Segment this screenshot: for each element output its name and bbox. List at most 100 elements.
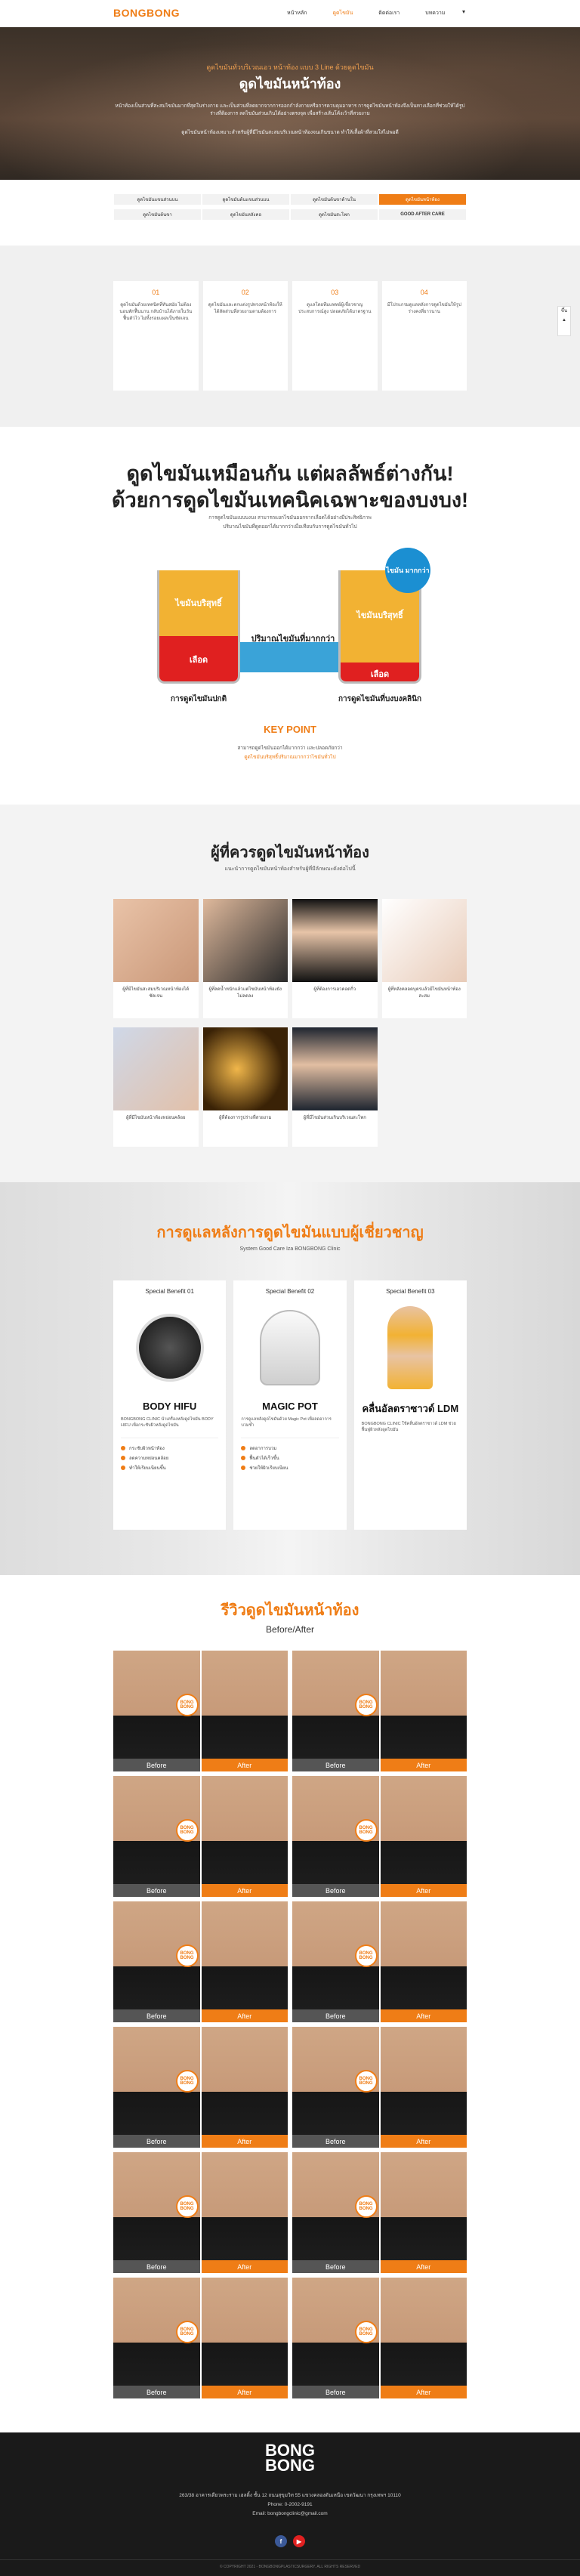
who-card: ผู้ที่หลังคลอดบุตรแล้วมีไขมันหน้าท้องสะส… — [381, 899, 467, 1018]
blood-label: เลือด — [370, 670, 390, 679]
hero-desc: หน้าท้องเป็นส่วนที่สะสมไขมันมากที่สุดในร… — [115, 103, 465, 116]
site-footer: BONG BONG 263/38 อาคารเดียวพระราม เฮลดิ้ง… — [0, 2432, 580, 2576]
after-photo — [380, 1776, 467, 1884]
who-card: ผู้ที่มีไขมันส่วนเกินบริเวณสะโพก — [292, 1027, 378, 1147]
who-text: ผู้ที่ต้องการเอวคอดกิ่ว — [313, 987, 356, 992]
tab-arm[interactable]: ดูดไขมันต้นแขนส่วนบน — [202, 193, 290, 205]
facebook-icon[interactable]: f — [275, 2535, 287, 2547]
before-after-photos: BONG BONG — [292, 2278, 467, 2386]
difference-label: ปริมาณไขมันที่มากกว่า — [251, 635, 335, 644]
nav-contact[interactable]: ติดต่อเรา — [378, 9, 400, 17]
before-after-card[interactable]: BONG BONG Before After — [292, 2152, 467, 2273]
before-after-photos: BONG BONG — [113, 1901, 288, 2009]
tab-inner-thigh[interactable]: ดูดไขมันต้นขาด้านใน — [290, 193, 378, 205]
nav-articles[interactable]: บทความ — [425, 9, 445, 17]
step-number: 03 — [331, 289, 339, 296]
before-photo: BONG BONG — [113, 1776, 200, 1884]
tab-after-care[interactable]: GOOD AFTER CARE — [378, 208, 467, 221]
bongbong-stamp-icon: BONG BONG — [175, 1819, 199, 1842]
blood-layer: เลือด — [159, 636, 238, 681]
after-label: After — [201, 2135, 288, 2148]
side-floating-nav[interactable]: ขึ้น ▲ — [557, 306, 571, 336]
beaker-normal: ไขมันบริสุทธิ์ เลือด — [157, 570, 240, 684]
before-label: Before — [113, 2260, 200, 2273]
who-image — [202, 1027, 288, 1110]
before-after-card[interactable]: BONG BONG Before After — [113, 1901, 288, 2022]
service-name: คลื่นอัลตราซาวด์ LDM — [362, 1403, 459, 1414]
after-label: After — [380, 1759, 467, 1771]
before-label: Before — [292, 2260, 379, 2273]
before-after-photos: BONG BONG — [113, 1651, 288, 1759]
before-label: Before — [113, 1759, 200, 1771]
service-name: MAGIC POT — [262, 1401, 318, 1412]
more-fat-badge: ไขมัน มากกว่า — [385, 548, 430, 593]
footer-logo-line: BONG — [265, 2456, 315, 2475]
step-card: 02 ดูดไขมันและตกแต่งรูปทรงหน้าท้องให้ได้ส… — [202, 281, 288, 391]
before-photo: BONG BONG — [292, 2152, 379, 2260]
before-after-card[interactable]: BONG BONG Before After — [113, 1651, 288, 1771]
who-card: ผู้ที่ต้องการรูปร่างที่สวยงาม — [202, 1027, 288, 1147]
before-after-card[interactable]: BONG BONG Before After — [292, 1776, 467, 1897]
before-after-photos: BONG BONG — [292, 1901, 467, 2009]
service-desc: BONGBONG CLINIC นำเครื่องหลังดูดไขมัน BO… — [121, 1417, 214, 1428]
who-image — [113, 899, 199, 982]
who-text: ผู้ที่มีไขมันส่วนเกินบริเวณสะโพก — [303, 1116, 366, 1120]
difference-band: ปริมาณไขมันที่มากกว่า — [240, 635, 346, 672]
before-after-photos: BONG BONG — [292, 2152, 467, 2260]
comparison-heading-2: ด้วยการดูดไขมันเทคนิคเฉพาะของบงบง! — [111, 489, 469, 511]
who-text: ผู้ที่มีไขมันสะสมบริเวณหน้าท้องได้ชัดเจน — [122, 987, 190, 999]
arrow-up-icon[interactable]: ▲ — [558, 316, 570, 325]
after-label: After — [380, 2260, 467, 2273]
footer-email[interactable]: Email: bongbongclinic@gmail.com — [0, 2511, 580, 2516]
service-points: ลดอาการบวม ฟื้นตัวได้เร็วขึ้น ช่วยให้ผิว… — [241, 1438, 339, 1474]
before-after-card[interactable]: BONG BONG Before After — [113, 2027, 288, 2148]
before-after-labels: Before After — [292, 2135, 467, 2148]
before-after-photos: BONG BONG — [113, 2027, 288, 2135]
before-label: Before — [292, 1759, 379, 1771]
tab-thigh[interactable]: ดูดไขมันต้นขา — [113, 208, 202, 221]
before-after-photos: BONG BONG — [292, 1776, 467, 1884]
service-name: BODY HIFU — [143, 1401, 197, 1412]
before-after-labels: Before After — [113, 2260, 288, 2273]
tab-hip[interactable]: ดูดไขมันสะโพก — [290, 208, 378, 221]
before-photo: BONG BONG — [113, 2027, 200, 2135]
after-label: After — [201, 1884, 288, 1897]
nav-home[interactable]: หน้าหลัก — [287, 9, 307, 17]
logo[interactable]: BONGBONG — [113, 7, 180, 19]
after-label: After — [380, 2386, 467, 2398]
bongbong-stamp-icon: BONG BONG — [175, 1944, 199, 1968]
before-after-card[interactable]: BONG BONG Before After — [292, 2027, 467, 2148]
before-after-card[interactable]: BONG BONG Before After — [113, 2278, 288, 2398]
after-label: After — [201, 2386, 288, 2398]
chevron-down-icon[interactable]: ▾ — [462, 8, 465, 15]
service-points: กระชับผิวหน้าท้อง ลดความหย่อนคล้อย ทำให้… — [121, 1438, 219, 1474]
step-card: 04 มีโปรแกรมดูแลหลังการดูดไขมันให้รูปร่าง… — [381, 281, 467, 391]
benefit-label: Special Benefit 02 — [265, 1288, 315, 1295]
before-after-labels: Before After — [113, 2135, 288, 2148]
before-after-card[interactable]: BONG BONG Before After — [113, 2152, 288, 2273]
after-photo — [380, 1901, 467, 2009]
who-image — [381, 899, 467, 982]
fat-label: ไขมันบริสุทธิ์ — [175, 599, 222, 608]
bongbong-stamp-icon: BONG BONG — [354, 1944, 378, 1968]
nav-liposuction[interactable]: ดูดไขมัน — [332, 9, 353, 17]
scroll-top-label[interactable]: ขึ้น — [558, 307, 570, 316]
before-label: Before — [292, 2386, 379, 2398]
before-after-card[interactable]: BONG BONG Before After — [292, 1901, 467, 2022]
who-image — [292, 1027, 378, 1110]
after-photo — [201, 1776, 288, 1884]
tab-neck[interactable]: ดูดไขมันหลังคอ — [202, 208, 290, 221]
after-label: After — [380, 2009, 467, 2022]
youtube-icon[interactable]: ▶ — [293, 2535, 305, 2547]
tab-upper-arm[interactable]: ดูดไขมันแขนส่วนบน — [113, 193, 202, 205]
before-after-card[interactable]: BONG BONG Before After — [292, 2278, 467, 2398]
step-cards: 01 ดูดไขมันด้วยเทคนิคที่ทันสมัย ไม่ต้องนอ… — [113, 281, 467, 391]
after-label: After — [201, 1759, 288, 1771]
before-after-card[interactable]: BONG BONG Before After — [292, 1651, 467, 1771]
footer-phone: Phone: 0-2002-9191 — [267, 2502, 313, 2507]
before-photo: BONG BONG — [292, 1651, 379, 1759]
before-after-card[interactable]: BONG BONG Before After — [113, 1776, 288, 1897]
tab-abdomen[interactable]: ดูดไขมันหน้าท้อง — [378, 193, 467, 205]
aftercare-title: การดูแลหลังการดูดไขมันแบบผู้เชี่ยวชาญ — [156, 1225, 424, 1241]
who-card: ผู้ที่ต้องการเอวคอดกิ่ว — [292, 899, 378, 1018]
